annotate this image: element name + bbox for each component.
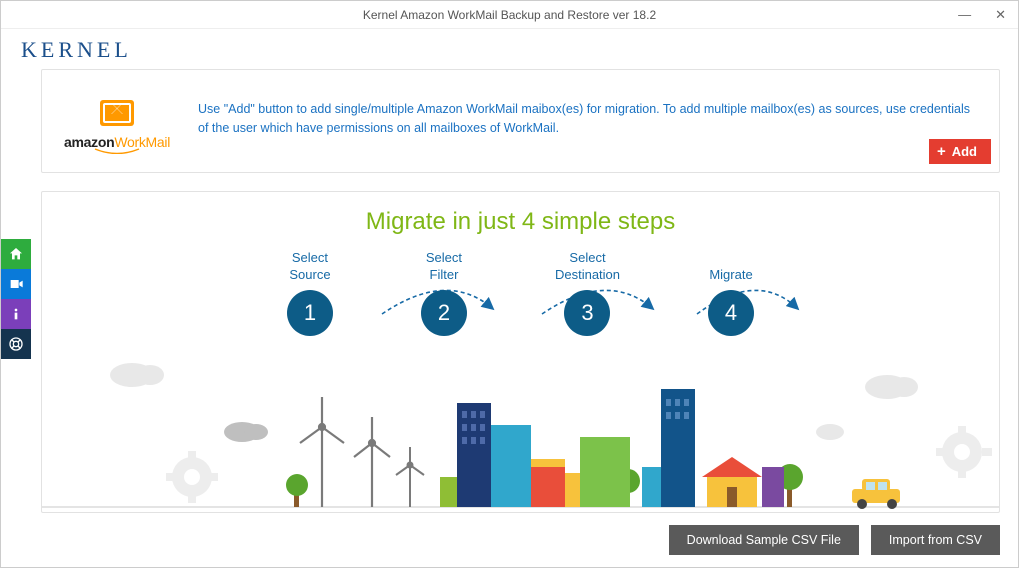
steps-section: Migrate in just 4 simple steps Select So…	[41, 191, 1000, 513]
sidebar	[1, 69, 33, 567]
info-text: Use "Add" button to add single/multiple …	[198, 100, 977, 139]
step-2-label: Select Filter	[421, 250, 467, 284]
step-1-circle: 1	[287, 290, 333, 336]
step-2: Select Filter 2	[421, 250, 467, 336]
step-1: Select Source 1	[287, 250, 333, 336]
steps-row: Select Source 1 Select Filter 2	[42, 244, 999, 336]
sidebar-home-button[interactable]	[1, 239, 31, 269]
step-4: Migrate 4	[708, 250, 754, 336]
amazon-workmail-logo: amazonWorkMail	[64, 100, 170, 154]
step-3: Select Destination 3	[555, 250, 620, 336]
close-button[interactable]: ✕	[989, 5, 1012, 25]
plus-icon: +	[937, 143, 946, 160]
import-from-csv-button[interactable]: Import from CSV	[871, 525, 1000, 555]
cityscape-illustration	[42, 317, 1000, 512]
info-panel: amazonWorkMail Use "Add" button to add s…	[41, 69, 1000, 173]
add-button-label: Add	[952, 144, 977, 159]
step-1-label: Select Source	[287, 250, 333, 284]
video-icon	[8, 276, 24, 292]
body-area: amazonWorkMail Use "Add" button to add s…	[1, 69, 1018, 567]
main-content: amazonWorkMail Use "Add" button to add s…	[33, 69, 1018, 567]
step-3-circle: 3	[564, 290, 610, 336]
sidebar-info-button[interactable]	[1, 299, 31, 329]
lifebuoy-icon	[8, 336, 24, 352]
step-4-label: Migrate	[708, 250, 754, 284]
header-logo-area: KERNEL	[1, 29, 1018, 69]
sidebar-video-button[interactable]	[1, 269, 31, 299]
home-icon	[8, 246, 24, 262]
add-button[interactable]: + Add	[929, 139, 991, 164]
minimize-button[interactable]: —	[952, 5, 977, 24]
step-2-circle: 2	[421, 290, 467, 336]
amazon-swoosh-icon	[93, 148, 141, 154]
titlebar: Kernel Amazon WorkMail Backup and Restor…	[1, 1, 1018, 29]
download-sample-csv-button[interactable]: Download Sample CSV File	[669, 525, 859, 555]
steps-heading: Migrate in just 4 simple steps	[42, 192, 999, 244]
kernel-logo: KERNEL	[21, 37, 998, 63]
footer-buttons: Download Sample CSV File Import from CSV	[41, 513, 1000, 555]
app-window: Kernel Amazon WorkMail Backup and Restor…	[0, 0, 1019, 568]
window-controls: — ✕	[952, 1, 1012, 28]
step-4-circle: 4	[708, 290, 754, 336]
step-3-label: Select Destination	[555, 250, 620, 284]
sidebar-help-button[interactable]	[1, 329, 31, 359]
envelope-icon	[100, 100, 134, 126]
window-title: Kernel Amazon WorkMail Backup and Restor…	[363, 8, 656, 22]
info-icon	[8, 306, 24, 322]
